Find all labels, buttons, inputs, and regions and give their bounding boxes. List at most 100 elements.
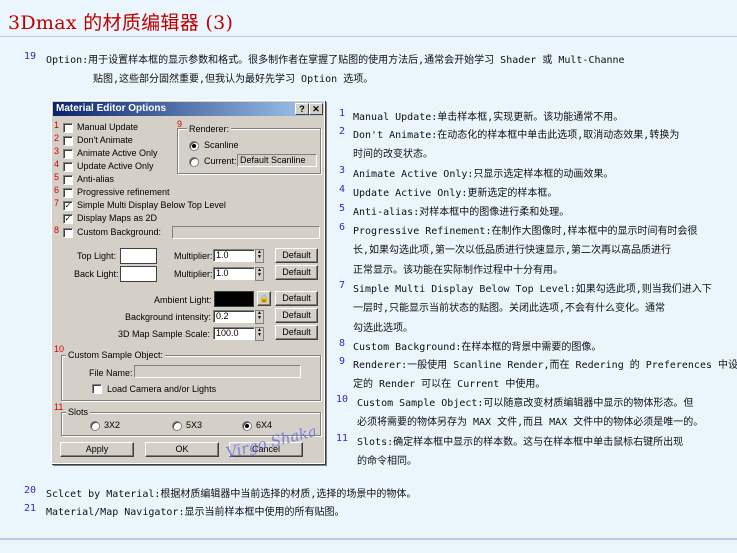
custom-sample-number: 10 [54, 344, 65, 354]
option-checkbox-3[interactable] [63, 149, 73, 159]
renderer-label: Renderer: [187, 124, 232, 134]
option-number-6: 6 [54, 185, 60, 195]
scanline-radio[interactable] [189, 141, 199, 151]
top-multiplier-spinner[interactable]: ▲ ▼ [255, 249, 264, 263]
file-name-field[interactable] [134, 365, 301, 378]
back-light-swatch[interactable] [120, 266, 157, 282]
slots-3x2-radio[interactable] [90, 421, 100, 431]
ambient-default-button[interactable]: Default [275, 291, 318, 306]
option-label-8: Display Maps as 2D [77, 213, 158, 223]
slots-3x2-label: 3X2 [104, 420, 121, 430]
map-sample-scale-default-button[interactable]: Default [275, 325, 318, 340]
item-7-line-3: 勾选此选项。 [353, 323, 413, 334]
custom-sample-object-label: Custom Sample Object: [66, 350, 166, 360]
renderer-number: 9 [177, 119, 183, 129]
current-renderer-field: Default Scanline [237, 154, 317, 167]
back-light-label: Back Light: [74, 269, 119, 279]
option-checkbox-6[interactable] [63, 188, 73, 198]
option-checkbox-9[interactable] [63, 228, 73, 238]
top-divider [0, 36, 737, 37]
option-checkbox-7[interactable]: ✓ [63, 201, 73, 211]
item-number-5: 5 [339, 203, 346, 214]
map-sample-scale-spinner[interactable]: ▲ ▼ [255, 327, 264, 341]
item-9-line-1: Renderer:一般使用 Scanline Render,而在 Rederin… [353, 360, 737, 371]
option-number-7: 7 [54, 198, 60, 208]
item-11-line-1: Slots:确定样本框中显示的样本数。这与在样本框中单击鼠标右键所出现 [357, 437, 684, 448]
scanline-label: Scanline [204, 140, 239, 150]
slots-label: Slots [66, 407, 91, 417]
item-7-line-1: Simple Multi Display Below Top Level:如果勾… [353, 284, 712, 295]
map-sample-scale-label: 3D Map Sample Scale: [118, 329, 211, 339]
top-light-default-button[interactable]: Default [275, 248, 318, 263]
item-number-7: 7 [339, 280, 346, 291]
close-button[interactable]: ✕ [309, 103, 323, 115]
option-checkbox-5[interactable] [63, 175, 73, 185]
item-number-3: 3 [339, 165, 346, 176]
background-intensity-label: Background intensity: [125, 312, 212, 322]
option-label-4: Update Active Only [77, 161, 154, 171]
option-checkbox-2[interactable] [63, 136, 73, 146]
item-number-1: 1 [339, 108, 346, 119]
item-6-line-2: 长,如果勾选此项,第一次以低品质进行快速显示,第二次再以高品质进行 [353, 245, 672, 256]
page-title: 3Dmax 的材质编辑器 (3) [8, 12, 234, 34]
apply-button[interactable]: Apply [60, 442, 134, 457]
option-checkbox-1[interactable] [63, 123, 73, 133]
option-number-1: 1 [54, 120, 60, 130]
slots-5x3-label: 5X3 [186, 420, 203, 430]
file-name-label: File Name: [89, 368, 133, 378]
help-button[interactable]: ? [295, 103, 309, 115]
option-number-2: 2 [54, 133, 60, 143]
item-3-line-1: Animate Active Only:只显示选定样本框的动画效果。 [353, 169, 614, 180]
item-number-2: 2 [339, 126, 346, 137]
item-4-line-1: Update Active Only:更新选定的样本框。 [353, 188, 558, 199]
map-sample-scale-input[interactable]: 100.0 [213, 327, 255, 340]
dialog-titlebar: Material Editor Options [53, 102, 323, 116]
item-1-line-1: Manual Update:单击样本框,实现更新。该功能通常不用。 [353, 112, 624, 123]
back-light-default-button[interactable]: Default [275, 265, 318, 280]
option-checkbox-8[interactable]: ✓ [63, 214, 73, 224]
footer-20-text: Sclcet by Material:根据材质编辑器中当前选择的材质,选择的场景… [46, 489, 417, 500]
option-number-4: 4 [54, 159, 60, 169]
current-radio[interactable] [189, 157, 199, 167]
back-multiplier-input[interactable]: 1.0 [213, 267, 255, 280]
load-camera-checkbox[interactable] [92, 384, 102, 394]
back-multiplier-spinner[interactable]: ▲ ▼ [255, 267, 264, 281]
slots-6x4-label: 6X4 [256, 420, 273, 430]
option-label-3: Animate Active Only [77, 148, 158, 158]
intro-line-1: Option:用于设置样本框的显示参数和格式。很多制作者在掌握了贴图的使用方法后… [46, 55, 625, 66]
item-10-line-1: Custom Sample Object:可以随意改变材质编辑器中显示的物体形态… [357, 398, 694, 409]
item-7-line-2: 一层时,只能显示当前状态的贴图。关闭此选项,不会有什么变化。通常 [353, 303, 666, 314]
item-number-11: 11 [336, 433, 349, 444]
slots-6x4-radio[interactable] [242, 421, 252, 431]
option-number-5: 5 [54, 172, 60, 182]
top-light-label: Top Light: [77, 251, 117, 261]
top-multiplier-input[interactable]: 1.0 [213, 249, 255, 262]
custom-sample-object-group [61, 355, 321, 401]
option-label-9: Custom Background: [77, 227, 162, 237]
item-2-line-1: Don't Animate:在动态化的样本框中单击此选项,取消动态效果,转换为 [353, 130, 680, 141]
ambient-light-swatch[interactable] [214, 291, 254, 307]
intro-number: 19 [24, 51, 37, 62]
item-number-4: 4 [339, 184, 346, 195]
renderer-group [177, 128, 321, 174]
option-number-3: 3 [54, 146, 60, 156]
footer-20-number: 20 [24, 485, 37, 496]
option-label-2: Don't Animate [77, 135, 133, 145]
item-8-line-1: Custom Background:在样本框的背景中需要的图像。 [353, 342, 602, 353]
background-intensity-spinner[interactable]: ▲ ▼ [255, 310, 264, 324]
material-editor-options-dialog: Material Editor Options ? ✕ 1 Manual Upda… [51, 100, 325, 464]
bottom-divider [0, 538, 737, 540]
lock-icon[interactable]: 🔒 [257, 291, 271, 306]
option-checkbox-4[interactable] [63, 162, 73, 172]
custom-background-field[interactable] [172, 226, 320, 239]
ok-button[interactable]: OK [145, 442, 219, 457]
background-intensity-default-button[interactable]: Default [275, 308, 318, 323]
back-multiplier-label: Multiplier: [174, 269, 213, 279]
intro-line-2: 贴图,这些部分固然重要,但我认为最好先学习 Option 选项。 [93, 74, 374, 85]
top-light-swatch[interactable] [120, 248, 157, 264]
item-number-9: 9 [339, 356, 346, 367]
slots-5x3-radio[interactable] [172, 421, 182, 431]
top-multiplier-label: Multiplier: [174, 251, 213, 261]
item-number-10: 10 [336, 394, 349, 405]
background-intensity-input[interactable]: 0.2 [213, 310, 255, 323]
